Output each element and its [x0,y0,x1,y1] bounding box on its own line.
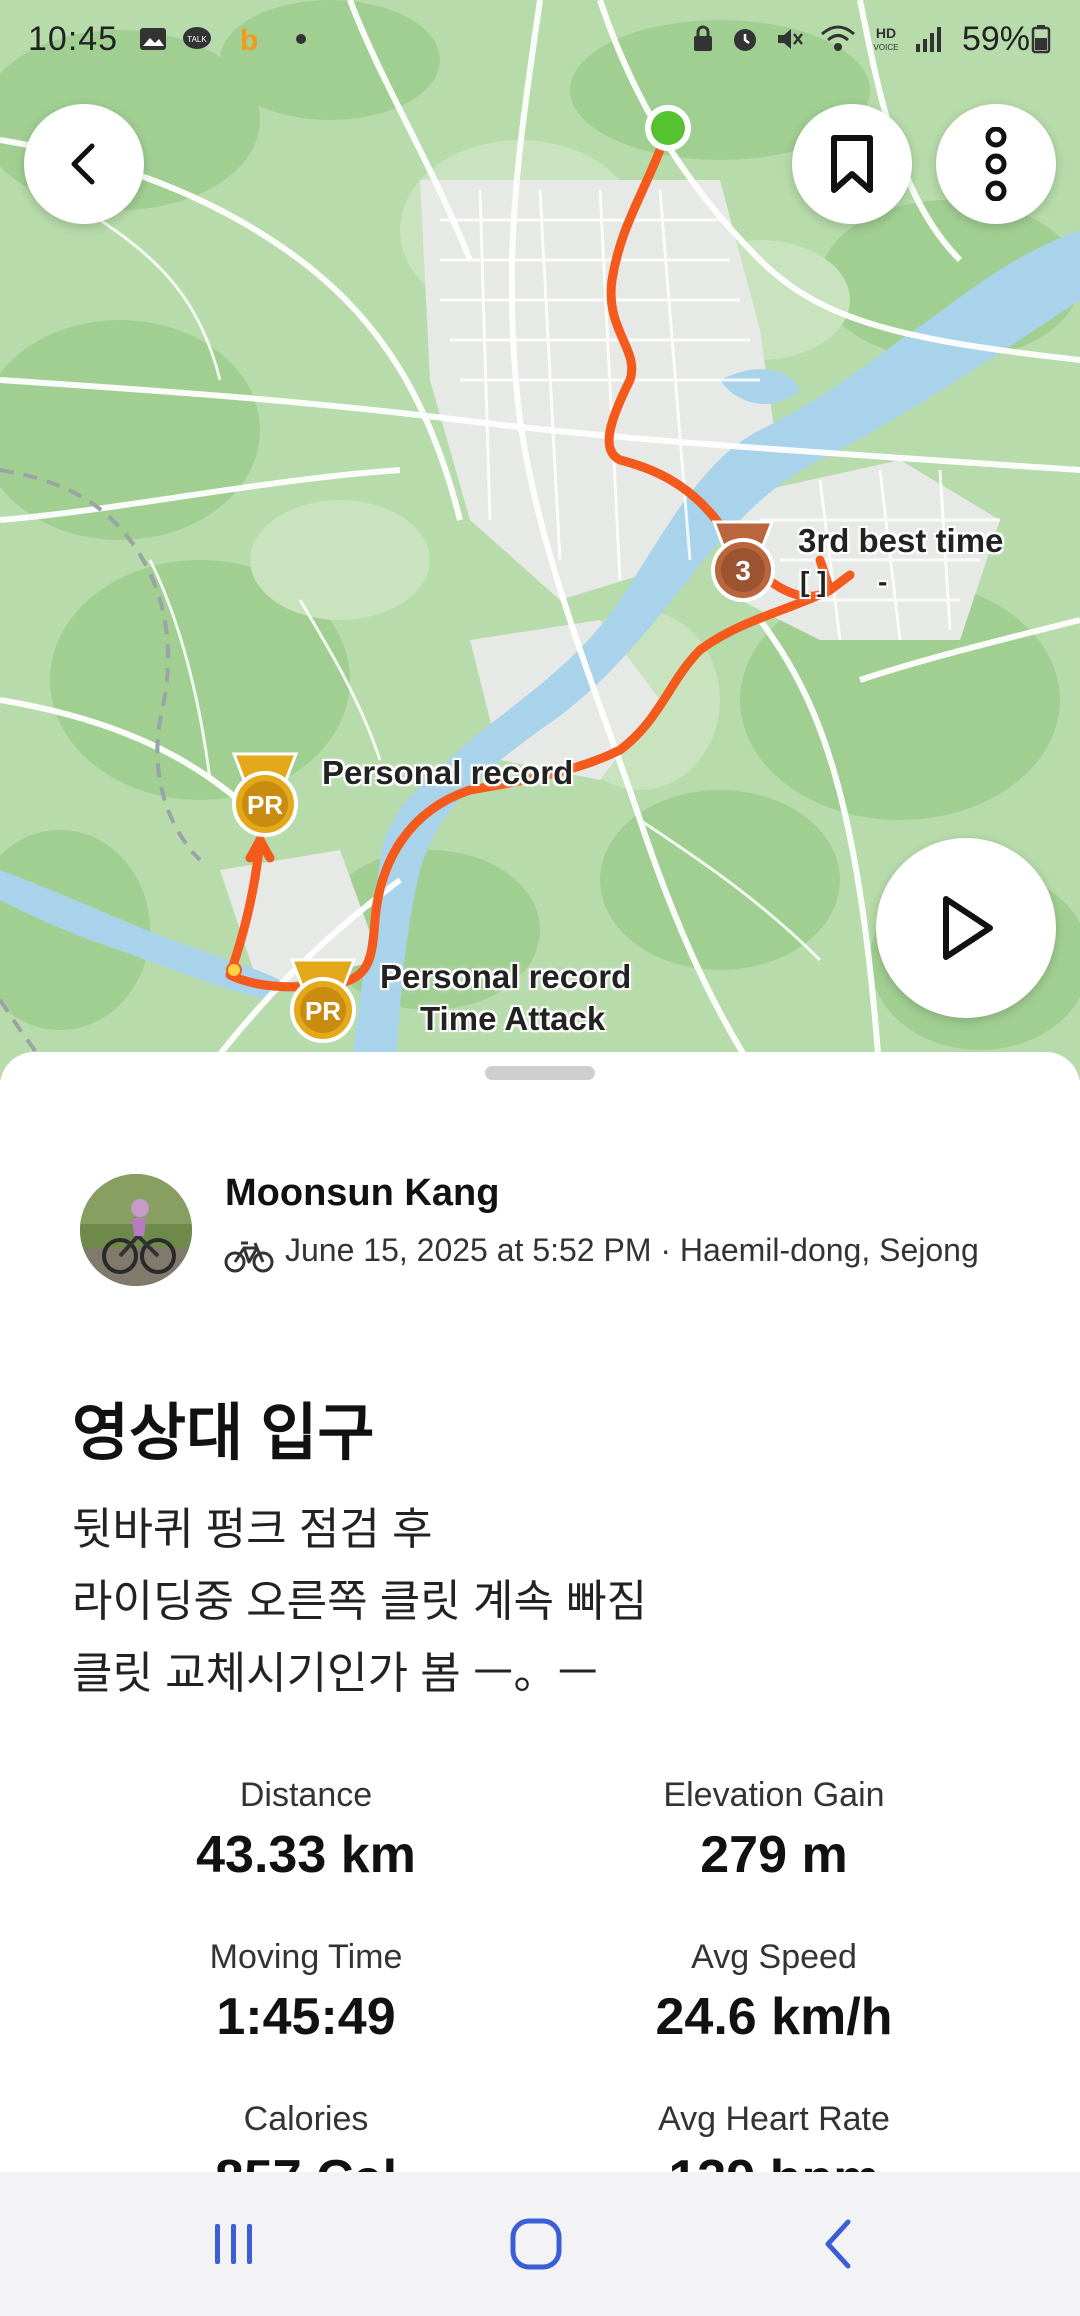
back-nav-icon [825,2219,851,2269]
pr-badge-icon[interactable]: PR [226,750,304,838]
back-button[interactable] [24,104,144,224]
svg-text:b: b [240,24,258,54]
mute-icon [778,29,803,49]
svg-text:TALK: TALK [187,35,207,44]
sheet-drag-handle[interactable] [485,1066,595,1080]
wifi-icon [821,25,855,51]
stat-value: 43.33 km [196,1826,416,1884]
home-button[interactable] [496,2214,576,2274]
dash-marker-label: - [878,566,888,597]
description-line: 라이딩중 오른쪽 클릿 계속 빠짐 [72,1577,648,1626]
dot-icon [296,34,306,44]
stat-value: 279 m [700,1826,848,1884]
recents-button[interactable] [194,2214,274,2274]
stat-label: Avg Heart Rate [658,2100,890,2138]
back-icon [71,143,95,185]
activity-description: 뒷바퀴 펑크 점검 후 라이딩중 오른쪽 클릿 계속 빠짐 클릿 교체시기인가 … [72,1494,647,1710]
start-marker [645,105,691,151]
lock-icon [694,25,712,51]
best-time-label: 3rd best time [798,522,1004,559]
svg-text:PR: PR [247,790,283,820]
stat-label: Avg Speed [691,1938,857,1976]
signal-icon [916,27,941,52]
play-flyover-button[interactable] [876,838,1056,1018]
stat-value: 1:45:49 [216,1988,396,2046]
talk-icon: TALK [183,27,211,49]
pr-badge-icon[interactable]: PR [284,956,362,1044]
activity-date-location: June 15, 2025 at 5:52 PM · Haemil-dong, … [285,1232,979,1268]
home-icon [510,2218,562,2270]
alarm-icon [734,29,756,51]
activity-title: 영상대 입구 [72,1399,375,1468]
status-time: 10:45 [28,20,119,58]
stat-elevation-gain: Elevation Gain 279 m [544,1776,1004,1885]
third-best-medal-icon[interactable]: 3 [706,518,780,604]
system-nav-bar [0,2172,1080,2316]
personal-record-label-2: Personal record [380,958,632,995]
bookmark-icon [831,135,873,193]
avatar-photo [80,1174,192,1286]
personal-record-label: Personal record [322,754,574,791]
bookmark-button[interactable] [792,104,912,224]
avatar[interactable] [80,1174,192,1286]
stat-value: 24.6 km/h [655,1988,893,2046]
stat-label: Moving Time [209,1938,403,1976]
description-line: 클릿 교체시기인가 봄 ㅡ。ㅡ [72,1649,598,1698]
bike-icon [224,1241,274,1273]
hd-voice-icon: HD VOICE [874,25,899,52]
svg-text:PR: PR [305,996,341,1026]
stat-label: Distance [239,1776,373,1814]
svg-text:3: 3 [735,555,751,586]
svg-text:VOICE: VOICE [874,43,899,52]
svg-text:HD: HD [876,25,896,41]
athlete-name[interactable]: Moonsun Kang [225,1172,499,1215]
time-attack-label: Time Attack [420,1000,606,1037]
battery-percent: 59% [961,20,1030,58]
activity-sheet: Moonsun Kang June 15, 2025 at 5:52 PM · … [0,1052,1080,2208]
b-app-icon: b [240,24,258,54]
nav-back-button[interactable] [798,2214,878,2274]
gallery-icon [140,28,166,50]
stat-distance: Distance 43.33 km [76,1776,536,1885]
more-options-button[interactable] [936,104,1056,224]
more-vertical-icon [985,127,1007,201]
description-line: 뒷바퀴 펑크 점검 후 [72,1505,433,1554]
stat-moving-time: Moving Time 1:45:49 [76,1938,536,2047]
play-icon [943,896,993,960]
bracket-marker-label: [ ] [800,566,827,597]
stat-avg-speed: Avg Speed 24.6 km/h [544,1938,1004,2047]
stat-label: Elevation Gain [663,1776,885,1814]
recents-icon [215,2224,252,2264]
battery-icon [1031,25,1051,54]
status-bar: 10:45 TALK b HD VOICE 59% [0,0,1080,80]
stat-label: Calories [243,2100,369,2138]
route-map[interactable]: 10:45 TALK b HD VOICE 59% 3 PR PR 3rd be… [0,0,1080,1080]
